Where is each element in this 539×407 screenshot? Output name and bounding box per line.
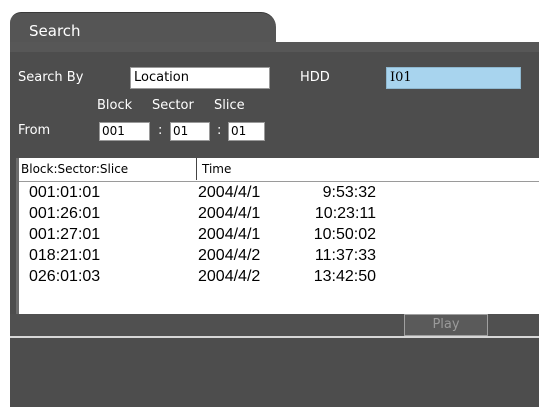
tab-search-label: Search [29, 22, 81, 40]
row-time: 10:23:11 [314, 205, 376, 222]
row-date: 2004/4/1 [198, 184, 261, 201]
colon-separator: : [217, 123, 222, 138]
table-row[interactable]: 001:01:01 2004/4/1 9:53:32 [19, 184, 539, 205]
row-block-sector-slice: 001:27:01 [29, 226, 101, 243]
row-time: 13:42:50 [313, 268, 376, 285]
table-row[interactable]: 001:26:01 2004/4/1 10:23:11 [19, 205, 539, 226]
column-header-block-sector-slice[interactable]: Block:Sector:Slice [19, 158, 197, 180]
row-block-sector-slice: 001:01:01 [29, 184, 101, 201]
slice-label: Slice [214, 98, 245, 113]
row-date: 2004/4/1 [198, 205, 261, 222]
row-date: 2004/4/2 [198, 247, 261, 264]
row-block-sector-slice: 001:26:01 [29, 205, 101, 222]
list-header: Block:Sector:Slice Time [19, 158, 539, 182]
row-time: 11:37:33 [314, 247, 376, 264]
row-date: 2004/4/1 [198, 226, 261, 243]
results-rows: 001:01:01 2004/4/1 9:53:32 001:26:01 200… [19, 184, 539, 289]
search-by-label: Search By [18, 70, 84, 85]
row-time: 10:50:02 [313, 226, 376, 243]
table-row[interactable]: 026:01:03 2004/4/2 13:42:50 [19, 268, 539, 289]
row-time: 9:53:32 [322, 184, 376, 201]
slice-field[interactable]: 01 [228, 122, 265, 141]
sector-label: Sector [152, 98, 194, 113]
block-label: Block [97, 98, 133, 113]
sector-field[interactable]: 01 [170, 122, 210, 141]
hdd-label: HDD [300, 70, 330, 85]
table-row[interactable]: 001:27:01 2004/4/1 10:50:02 [19, 226, 539, 247]
row-block-sector-slice: 026:01:03 [29, 268, 101, 285]
play-button[interactable]: Play [404, 314, 488, 336]
search-by-field[interactable]: Location [130, 67, 270, 89]
search-window: Search Search By Location HDD I01 Block … [0, 0, 539, 407]
from-label: From [18, 123, 51, 138]
block-field[interactable]: 001 [99, 122, 150, 141]
colon-separator: : [158, 123, 163, 138]
row-block-sector-slice: 018:21:01 [29, 247, 101, 264]
row-date: 2004/4/2 [198, 268, 261, 285]
column-header-time[interactable]: Time [198, 158, 539, 180]
tab-strip [10, 42, 539, 52]
results-list[interactable]: Block:Sector:Slice Time 001:01:01 2004/4… [16, 158, 539, 314]
hdd-field[interactable]: I01 [386, 67, 521, 89]
table-row[interactable]: 018:21:01 2004/4/2 11:37:33 [19, 247, 539, 268]
